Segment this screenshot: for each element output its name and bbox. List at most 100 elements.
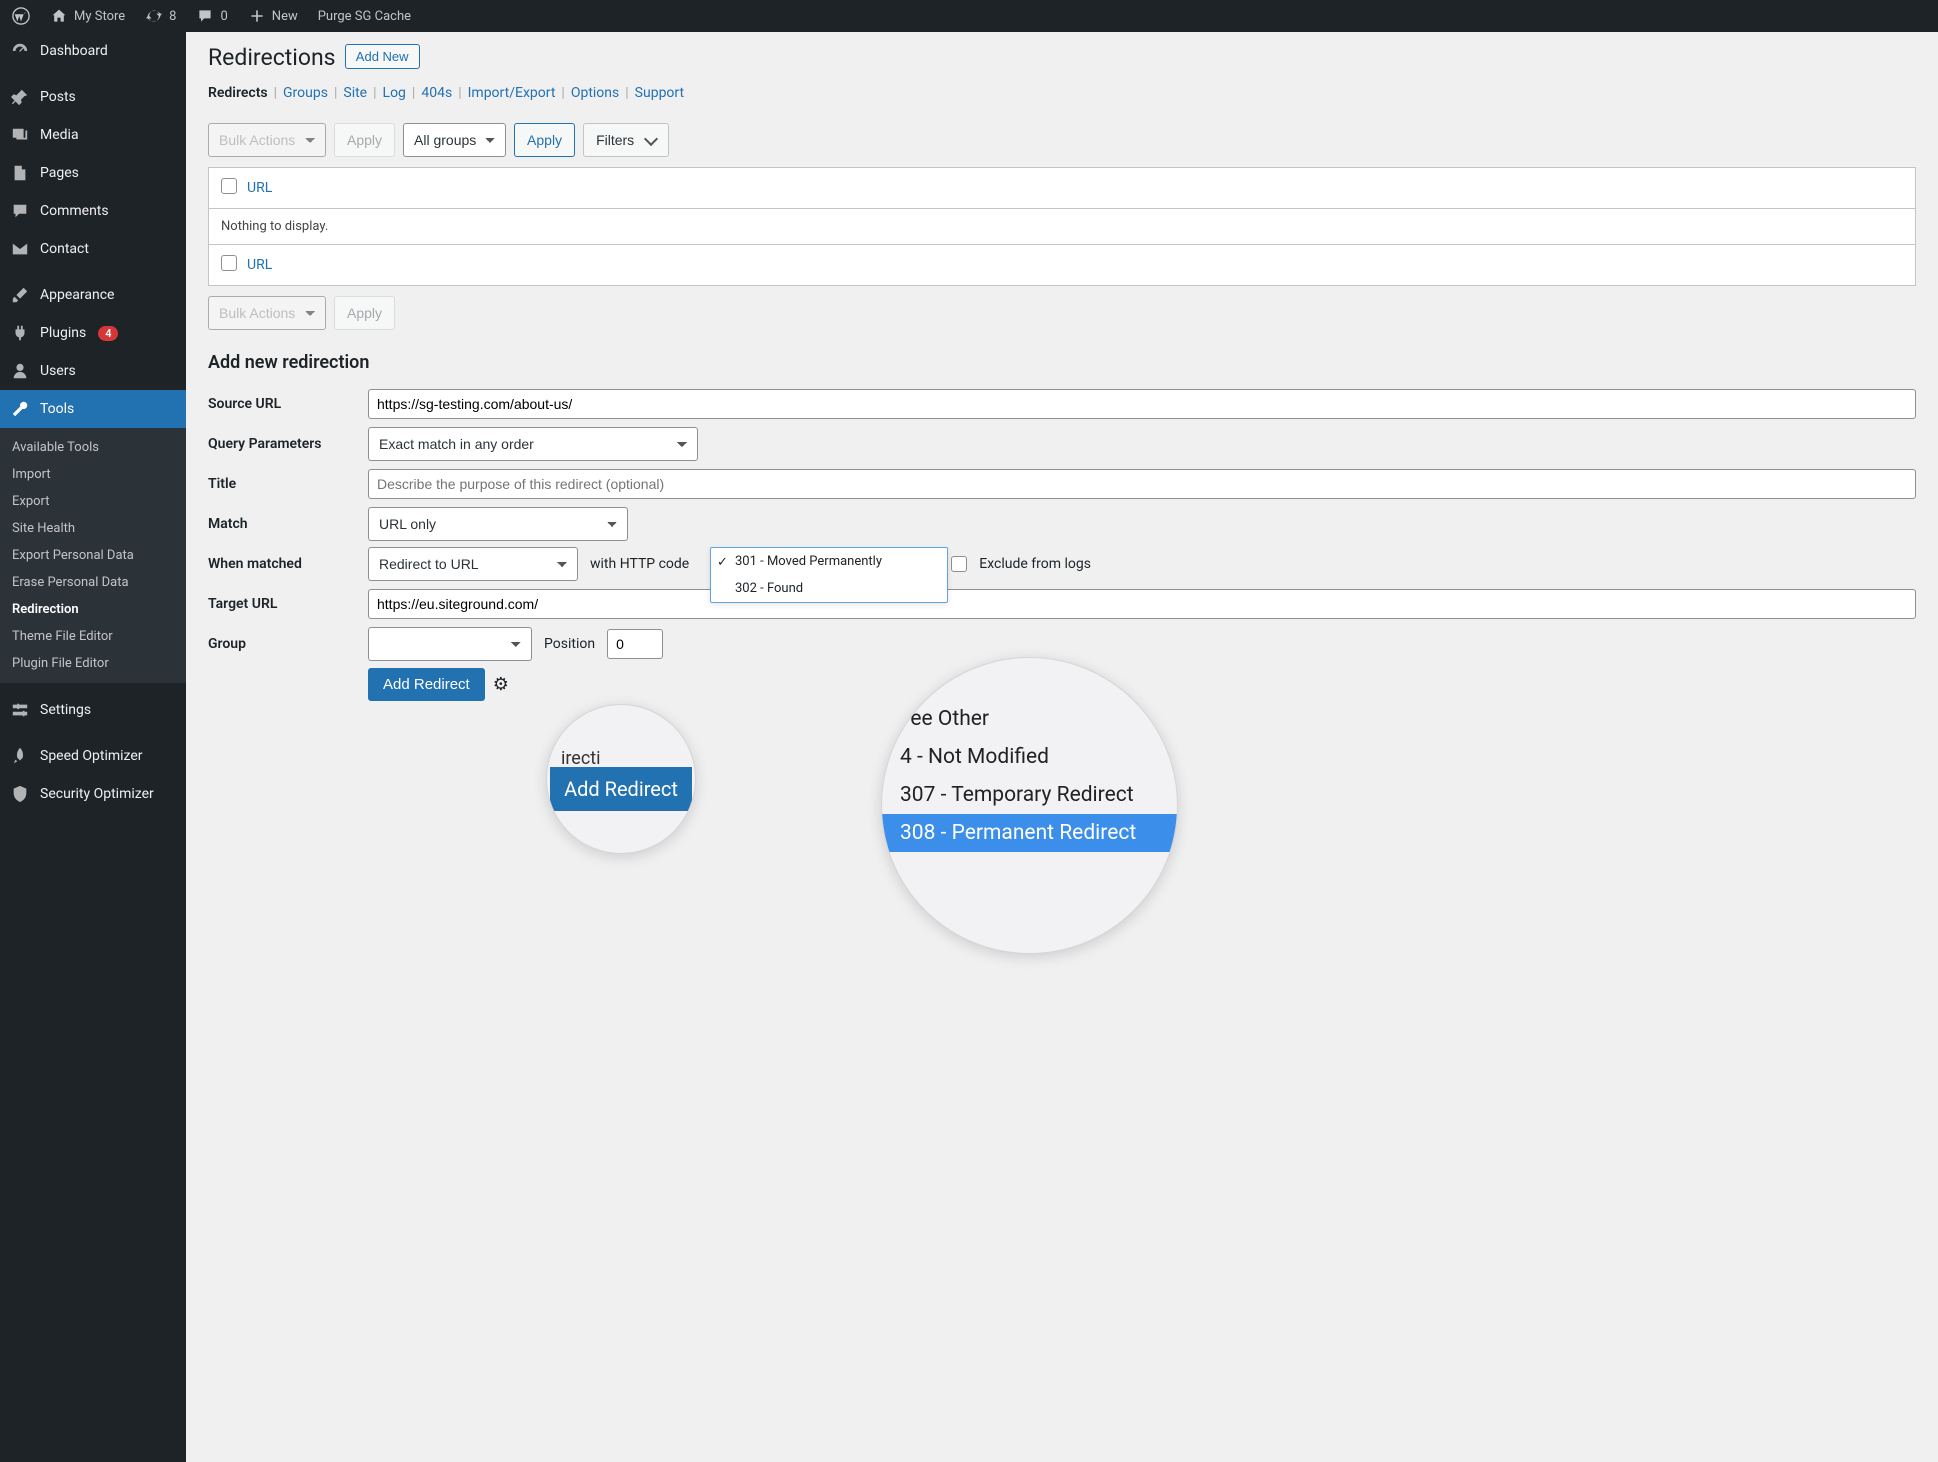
submenu-item-plugin-file-editor[interactable]: Plugin File Editor [0,650,186,677]
tablenav-top: Bulk Actions Apply All groups Apply Filt… [208,123,1916,157]
wp-logo[interactable] [8,7,34,25]
position-label: Position [544,636,595,652]
plus-icon [248,7,266,25]
submenu-item-import[interactable]: Import [0,461,186,488]
with-http-code-label: with HTTP code [590,556,689,572]
http-option[interactable]: 302 - Found [711,575,947,602]
bulk-actions-select-bottom[interactable]: Bulk Actions [208,296,326,330]
mail-icon [10,239,30,259]
rocket-icon [10,746,30,766]
select-all-checkbox-top[interactable] [221,178,237,194]
submenu-item-theme-file-editor[interactable]: Theme File Editor [0,623,186,650]
exclude-logs-checkbox[interactable] [951,556,967,572]
site-name-link[interactable]: My Store [46,7,129,25]
plug-icon [10,323,30,343]
comment-icon [196,7,214,25]
title-input[interactable] [368,469,1916,499]
when-matched-label: When matched [208,556,368,572]
tab-site[interactable]: Site [343,85,367,101]
sidebar-item-speed-optimizer[interactable]: Speed Optimizer [0,737,186,775]
sidebar-item-dashboard[interactable]: Dashboard [0,32,186,70]
group-filter-select[interactable]: All groups [403,123,506,157]
tablenav-bottom: Bulk Actions Apply [208,296,1916,330]
purge-cache-link[interactable]: Purge SG Cache [314,9,415,24]
position-input[interactable] [607,629,663,659]
http-option[interactable]: ✓301 - Moved Permanently [711,548,947,575]
tab-s[interactable]: 404s [421,85,452,101]
comment-icon [10,201,30,221]
sidebar-item-tools[interactable]: Tools [0,390,186,428]
sidebar-item-users[interactable]: Users [0,352,186,390]
comments-link[interactable]: 0 [192,7,231,25]
filters-button[interactable]: Filters [583,123,669,157]
submenu-item-available-tools[interactable]: Available Tools [0,434,186,461]
shield-icon [10,784,30,804]
new-content-link[interactable]: New [244,7,302,25]
tab-redirects[interactable]: Redirects [208,85,268,101]
when-matched-select[interactable]: Redirect to URL [368,547,578,581]
tab-options[interactable]: Options [571,85,619,101]
bulk-actions-select-top[interactable]: Bulk Actions [208,123,326,157]
zoom-option: ee Other [882,700,1177,738]
submenu-item-redirection[interactable]: Redirection [0,596,186,623]
apply-button-top[interactable]: Apply [334,123,395,157]
add-redirect-button[interactable]: Add Redirect [368,668,485,701]
admin-toolbar: My Store 8 0 New Purge SG Cache [0,0,1938,32]
table-header-row: URL [209,168,1915,209]
pages-icon [10,163,30,183]
url-column-header[interactable]: URL [247,180,272,196]
home-icon [50,7,68,25]
zoom-add-redirect: Add Redirect [550,767,692,811]
http-code-dropdown[interactable]: ✓301 - Moved Permanently302 - Found [710,547,948,603]
submenu-item-export[interactable]: Export [0,488,186,515]
sidebar-item-appearance[interactable]: Appearance [0,276,186,314]
sidebar-item-pages[interactable]: Pages [0,154,186,192]
filter-apply-button[interactable]: Apply [514,123,575,157]
target-url-label: Target URL [208,596,368,612]
group-select[interactable] [368,627,532,661]
url-column-footer[interactable]: URL [247,257,272,273]
user-icon [10,361,30,381]
sidebar-item-settings[interactable]: Settings [0,691,186,729]
sidebar-item-media[interactable]: Media [0,116,186,154]
submenu-item-site-health[interactable]: Site Health [0,515,186,542]
zoom-lens-button: irecti Add Redirect [546,704,696,854]
gear-icon[interactable]: ⚙ [493,674,509,695]
dashboard-icon [10,41,30,61]
submenu-item-erase-personal-data[interactable]: Erase Personal Data [0,569,186,596]
new-label: New [272,9,298,24]
apply-button-bottom[interactable]: Apply [334,296,395,330]
admin-sidebar: Dashboard PostsMediaPagesCommentsContact A… [0,32,186,1462]
source-url-input[interactable] [368,389,1916,419]
sidebar-item-contact[interactable]: Contact [0,230,186,268]
updates-count: 8 [169,9,176,24]
table-footer-row: URL [209,245,1915,285]
sidebar-item-plugins[interactable]: Plugins4 [0,314,186,352]
tab-log[interactable]: Log [383,85,406,101]
exclude-logs-label: Exclude from logs [979,556,1091,572]
zoom-lens-dropdown: ee Other4 - Not Modified307 - Temporary … [881,657,1178,954]
zoom-option: 307 - Temporary Redirect [882,776,1177,814]
sidebar-item-posts[interactable]: Posts [0,78,186,116]
updates-link[interactable]: 8 [141,7,180,25]
zoom-option: 308 - Permanent Redirect [882,814,1177,852]
tab-groups[interactable]: Groups [283,85,328,101]
group-label: Group [208,636,368,652]
sidebar-item-comments[interactable]: Comments [0,192,186,230]
submenu-item-export-personal-data[interactable]: Export Personal Data [0,542,186,569]
add-redirection-heading: Add new redirection [208,352,1916,373]
query-params-select[interactable]: Exact match in any order [368,427,698,461]
sidebar-item-security-optimizer[interactable]: Security Optimizer [0,775,186,813]
tab-support[interactable]: Support [635,85,684,101]
pin-icon [10,87,30,107]
match-select[interactable]: URL only [368,507,628,541]
wordpress-icon [12,7,30,25]
target-url-input[interactable] [368,589,1916,619]
chevron-down-icon [644,131,658,145]
update-badge: 4 [98,326,118,341]
select-all-checkbox-bottom[interactable] [221,255,237,271]
tab-importexport[interactable]: Import/Export [468,85,556,101]
query-params-label: Query Parameters [208,436,368,452]
empty-state-row: Nothing to display. [209,209,1915,245]
add-new-button[interactable]: Add New [345,44,420,69]
